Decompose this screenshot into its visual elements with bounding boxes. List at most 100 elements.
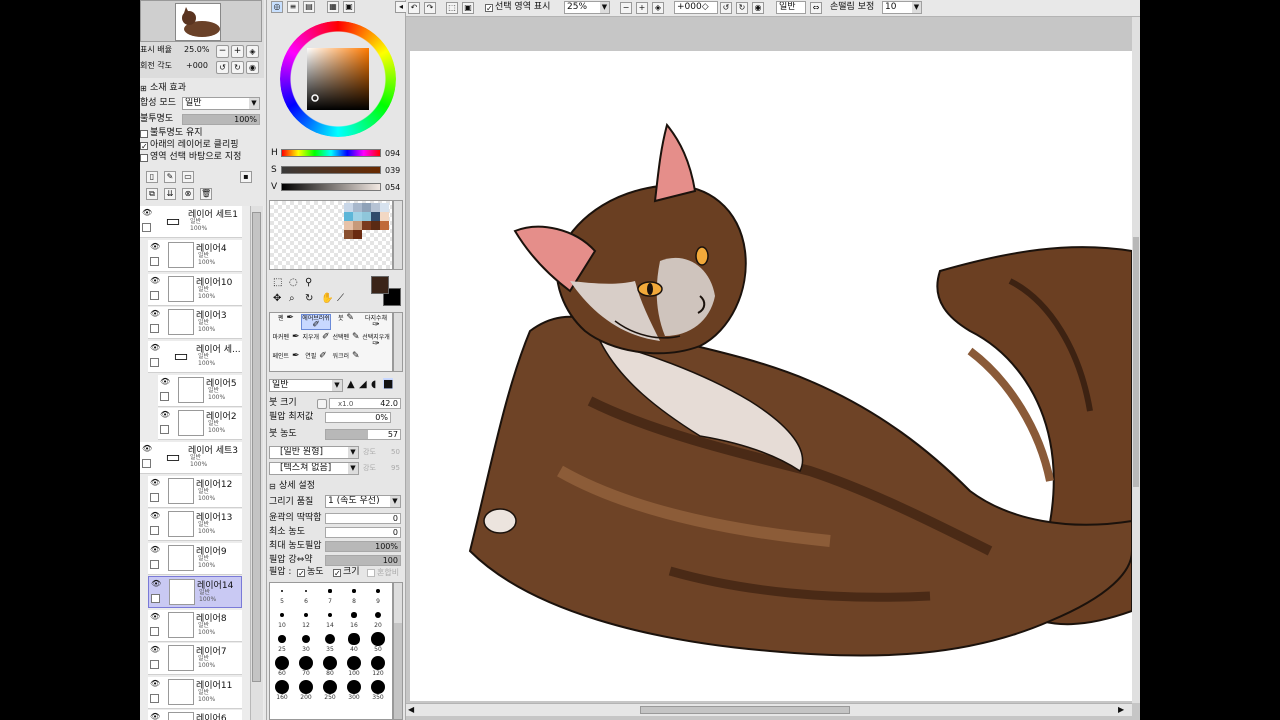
- layer-folder-row[interactable]: 👁 ▭ 레이어 세트3 일반 100%: [140, 442, 242, 474]
- blend-mode-select[interactable]: 일반 ▼: [182, 97, 260, 110]
- layer-row[interactable]: 👁 레이어3 일반 100%: [148, 307, 242, 339]
- toolbar-rotate-reset-icon[interactable]: ◉: [752, 2, 764, 14]
- tool-item[interactable]: 선택펜 ✎: [332, 333, 360, 342]
- brush-size-preset[interactable]: [275, 656, 289, 670]
- visibility-eye-icon[interactable]: 👁: [150, 646, 160, 654]
- brush-size-preset[interactable]: [371, 680, 385, 694]
- layer-lock-checkbox[interactable]: [160, 392, 169, 401]
- h-slider[interactable]: [281, 149, 381, 157]
- pressure-strength-slider[interactable]: 100: [325, 555, 401, 566]
- color-swatch[interactable]: [371, 203, 380, 212]
- brush-size-preset[interactable]: [371, 632, 385, 646]
- brush-size-preset[interactable]: [351, 612, 357, 618]
- rotate-left-button[interactable]: ↺: [216, 61, 229, 74]
- visibility-eye-icon[interactable]: 👁: [142, 209, 152, 217]
- visibility-eye-icon[interactable]: 👁: [150, 310, 160, 318]
- tool-item[interactable]: 지우개 ✐: [302, 333, 330, 342]
- visibility-eye-icon[interactable]: 👁: [150, 713, 160, 720]
- layer-row[interactable]: 👁 레이어5 일반 100%: [158, 375, 242, 407]
- brush-size-preset[interactable]: [374, 611, 382, 619]
- color-swatch[interactable]: [344, 230, 353, 239]
- color-swatch[interactable]: [353, 230, 362, 239]
- canvas-hscroll-thumb[interactable]: [640, 706, 850, 714]
- visibility-eye-icon[interactable]: 👁: [150, 512, 160, 520]
- color-swatch[interactable]: [362, 221, 371, 230]
- color-wheel-tab-icon[interactable]: ◎: [271, 1, 283, 13]
- size-presets-scrollbar[interactable]: [393, 582, 403, 720]
- layer-lock-checkbox[interactable]: [150, 257, 159, 266]
- scroll-right-icon[interactable]: ▶: [1118, 704, 1124, 715]
- edge-hardness-slider[interactable]: 0: [325, 513, 401, 524]
- brush-size-preset[interactable]: [347, 680, 361, 694]
- size-presets-scroll-thumb[interactable]: [394, 623, 402, 719]
- layer-lock-checkbox[interactable]: [160, 425, 169, 434]
- brush-size-preset[interactable]: [280, 613, 284, 617]
- new-linework-layer-icon[interactable]: ✎: [164, 171, 176, 183]
- brush-shape-select[interactable]: [일반 원형] ▼: [269, 446, 359, 459]
- layer-row[interactable]: 👁 레이어13 일반 100%: [148, 509, 242, 541]
- eyedropper-icon[interactable]: ⟋: [337, 293, 344, 304]
- color-swatch[interactable]: [353, 203, 362, 212]
- pressure-density-checkbox[interactable]: ✓: [297, 569, 305, 578]
- layer-row[interactable]: 👁 레이어12 일반 100%: [148, 476, 242, 508]
- visibility-eye-icon[interactable]: 👁: [142, 445, 152, 453]
- layer-row[interactable]: 👁 레이어14 일반 100%: [148, 576, 242, 608]
- brush-tip-flat-icon[interactable]: ■: [383, 378, 394, 389]
- hand-icon[interactable]: ✋: [321, 293, 333, 304]
- magic-wand-icon[interactable]: ⚲: [305, 277, 312, 288]
- swatch-scrollbar[interactable]: [393, 200, 403, 270]
- visibility-eye-icon[interactable]: 👁: [150, 277, 160, 285]
- merge-down-icon[interactable]: ⇊: [164, 188, 176, 200]
- visibility-eye-icon[interactable]: 👁: [150, 680, 160, 688]
- brush-tip-sharp-icon[interactable]: ▲: [347, 379, 355, 390]
- layer-row[interactable]: 👁 레이어2 일반 100%: [158, 408, 242, 440]
- brush-size-preset[interactable]: [280, 589, 284, 593]
- layer-row[interactable]: 👁 레이어9 일반 100%: [148, 543, 242, 575]
- visibility-eye-icon[interactable]: 👁: [150, 243, 160, 251]
- layer-list-scrollbar[interactable]: [250, 206, 263, 720]
- copy-layer-icon[interactable]: ⧉: [146, 188, 158, 200]
- brush-tip-round-icon[interactable]: ◖: [371, 379, 376, 390]
- tool-item[interactable]: 에어브러쉬 ✐: [301, 314, 331, 330]
- hsv-slider-tab-icon[interactable]: ▤: [303, 1, 315, 13]
- opacity-slider[interactable]: 100%: [182, 114, 260, 125]
- visibility-eye-icon[interactable]: 👁: [150, 613, 160, 621]
- layer-lock-checkbox[interactable]: [150, 560, 159, 569]
- canvas-horizontal-scrollbar[interactable]: ◀ ▶: [406, 703, 1132, 716]
- toolbar-zoom-in-icon[interactable]: +: [636, 2, 648, 14]
- canvas-paper[interactable]: [410, 51, 1132, 701]
- brush-size-preset[interactable]: [348, 633, 360, 645]
- brush-size-preset[interactable]: [347, 656, 361, 670]
- zoom-select[interactable]: 25% ▼: [564, 1, 610, 14]
- navigator-preview[interactable]: [140, 0, 262, 42]
- s-slider[interactable]: [281, 166, 381, 174]
- v-slider[interactable]: [281, 183, 381, 191]
- brush-size-preset[interactable]: [371, 656, 385, 670]
- layer-lock-checkbox[interactable]: [150, 694, 159, 703]
- show-selection-checkbox[interactable]: ✓: [485, 4, 493, 13]
- layer-row[interactable]: 👁 레이어10 일반 100%: [148, 274, 242, 306]
- swatch-tab-icon[interactable]: ▦: [327, 1, 339, 13]
- color-swatch[interactable]: [344, 212, 353, 221]
- rect-select-icon[interactable]: ⬚: [273, 277, 282, 288]
- visibility-eye-icon[interactable]: 👁: [150, 344, 160, 352]
- advanced-collapse-icon[interactable]: ⊟: [269, 481, 276, 492]
- tool-item[interactable]: 워크러 ✎: [332, 352, 360, 361]
- color-swatch[interactable]: [344, 221, 353, 230]
- brush-size-preset[interactable]: [299, 656, 313, 670]
- scroll-left-icon[interactable]: ◀: [408, 704, 414, 715]
- color-swatch[interactable]: [362, 212, 371, 221]
- quality-select[interactable]: 1 (속도 우선) ▼: [325, 495, 401, 508]
- canvas-vscroll-thumb[interactable]: [1133, 237, 1139, 487]
- layer-folder-row[interactable]: 👁 ▭ 레이어 세트1 일반 100%: [140, 206, 242, 238]
- undo-icon[interactable]: ↶: [408, 2, 420, 14]
- brush-size-preset[interactable]: [304, 589, 308, 593]
- flip-view-icon[interactable]: ⇔: [810, 2, 822, 14]
- layer-row[interactable]: 👁레이어6일반100%: [148, 710, 242, 720]
- effect-expand-icon[interactable]: ⊞: [140, 83, 147, 94]
- brush-size-preset[interactable]: [328, 589, 332, 593]
- brush-size-preset[interactable]: [327, 612, 333, 618]
- size-multiplier-button[interactable]: [317, 399, 327, 409]
- preserve-opacity-checkbox[interactable]: [140, 130, 148, 138]
- brush-size-preset[interactable]: [376, 589, 380, 593]
